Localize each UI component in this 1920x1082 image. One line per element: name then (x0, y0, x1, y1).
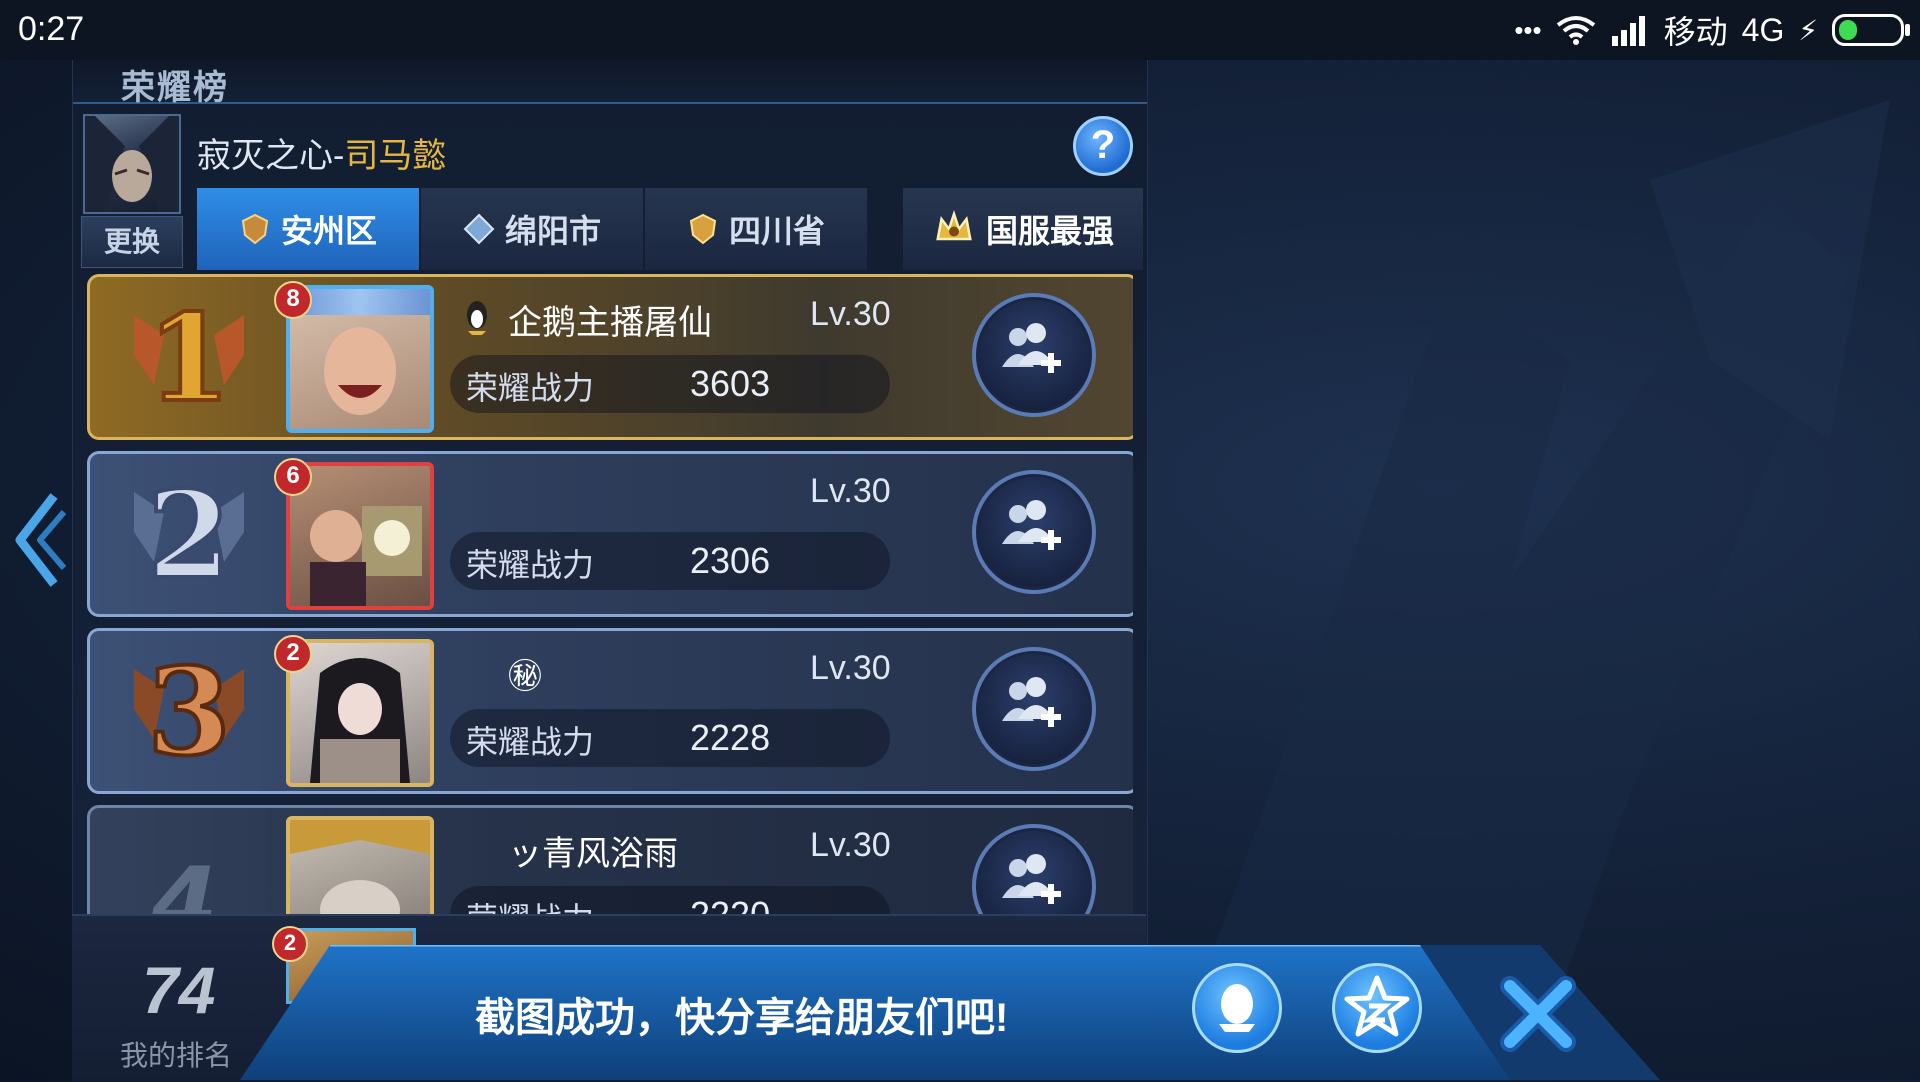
ranking-row: 2 6 Lv.30 荣耀战力 2306 (87, 451, 1133, 617)
carrier-label: 移动 (1663, 14, 1728, 50)
wifi-icon (1556, 16, 1595, 45)
tab-province[interactable]: 四川省 (645, 188, 867, 270)
share-message: 截图成功，快分享给朋友们吧! (475, 996, 1009, 1040)
power-value: 3603 (690, 363, 771, 404)
rank-3-badge-icon: 3 (134, 640, 244, 779)
add-friend-button[interactable] (972, 470, 1096, 594)
avatar-face-icon (310, 506, 422, 606)
power-bar: 荣耀战力 2228 (450, 709, 890, 767)
hero-portrait-icon (85, 116, 179, 212)
player-name: ㊙ (508, 658, 542, 696)
power-label: 荣耀战力 (466, 547, 595, 583)
hero-name-hero: 司马懿 (344, 137, 447, 175)
signal-icon (1611, 16, 1645, 46)
add-friend-icon (1002, 854, 1061, 904)
shield-icon (689, 213, 717, 245)
battery-fill (1839, 20, 1857, 40)
ranking-row: 1 8 企鹅主播屠仙 Lv.30 荣耀战力 3603 (87, 274, 1133, 440)
help-button[interactable]: ? (1073, 116, 1133, 176)
tab-city[interactable]: 绵阳市 (421, 188, 643, 270)
close-icon[interactable] (1496, 972, 1580, 1056)
background-emblem (1210, 100, 1890, 1080)
share-qzone-button[interactable] (1332, 963, 1422, 1053)
level-badge: 2 (274, 635, 312, 673)
rank-2-badge-icon: 2 (134, 463, 244, 602)
more-dots-icon: ••• (1514, 14, 1542, 45)
change-hero-button[interactable]: 更换 (81, 216, 183, 268)
player-level: Lv.30 (810, 649, 891, 687)
qq-icon (1219, 984, 1255, 1032)
back-chevron-icon[interactable] (10, 490, 66, 590)
add-friend-button[interactable] (972, 647, 1096, 771)
network-label: 4G (1741, 11, 1785, 48)
my-rank-label: 我的排名 (120, 1040, 233, 1071)
hero-avatar[interactable] (83, 114, 181, 214)
tab-label: 安州区 (280, 213, 377, 249)
tab-label: 国服最强 (985, 213, 1114, 249)
my-level-badge: 2 (272, 926, 308, 962)
tab-district[interactable]: 安州区 (197, 188, 419, 270)
hero-name-prefix: 寂灭之心- (197, 137, 345, 175)
player-level: Lv.30 (810, 826, 891, 864)
crown-icon (936, 210, 972, 241)
power-label: 荣耀战力 (466, 724, 595, 760)
add-friend-button[interactable] (972, 293, 1096, 417)
status-time: 0:27 (18, 10, 85, 48)
level-badge: 6 (274, 458, 312, 496)
power-value: 2306 (690, 540, 771, 581)
charging-icon: ⚡ (1798, 14, 1818, 46)
qzone-icon (1344, 975, 1410, 1037)
hero-name: 寂灭之心-司马懿 (197, 128, 446, 177)
ranking-row: 3 2 ㊙ Lv.30 荣耀战力 2228 (87, 628, 1133, 794)
player-name: ッ青风浴雨 (508, 835, 678, 873)
rank-1-badge-icon: 1 (134, 286, 244, 425)
tab-label: 绵阳市 (504, 213, 601, 249)
shield-icon (241, 213, 269, 245)
add-friend-icon (1002, 677, 1061, 727)
qq-penguin-icon (467, 301, 487, 335)
avatar-face-icon (310, 658, 410, 783)
power-label: 荣耀战力 (466, 370, 595, 406)
panel-title: 荣耀榜 (121, 69, 229, 107)
status-bar: 0:27 ••• 移动 4G ⚡ (0, 0, 1920, 60)
power-bar: 荣耀战力 2306 (450, 532, 890, 590)
add-friend-icon (1002, 323, 1061, 373)
tab-label: 四川省 (728, 213, 825, 249)
add-friend-icon (1002, 500, 1061, 550)
svg-text:3: 3 (147, 642, 231, 779)
status-indicators: ••• 移动 4G ⚡ (1514, 10, 1910, 50)
svg-text:2: 2 (147, 465, 231, 602)
panel-header: 荣耀榜 (73, 60, 1147, 107)
share-qq-button[interactable] (1192, 963, 1282, 1053)
region-tabs: 安州区 绵阳市 四川省 (197, 188, 869, 270)
ranking-list: 1 8 企鹅主播屠仙 Lv.30 荣耀战力 3603 2 6 Lv.30 荣耀战… (87, 274, 1133, 974)
power-bar: 荣耀战力 3603 (450, 355, 890, 413)
level-badge: 8 (274, 281, 312, 319)
shield-icon (463, 213, 495, 245)
tab-national-strongest[interactable]: 国服最强 (903, 188, 1143, 270)
my-rank-number: 74 (142, 953, 216, 1027)
player-level: Lv.30 (810, 472, 891, 510)
player-name: 企鹅主播屠仙 (508, 304, 712, 342)
battery-icon (1832, 14, 1910, 46)
player-level: Lv.30 (810, 295, 891, 333)
svg-text:1: 1 (147, 288, 231, 425)
power-value: 2228 (690, 717, 771, 758)
